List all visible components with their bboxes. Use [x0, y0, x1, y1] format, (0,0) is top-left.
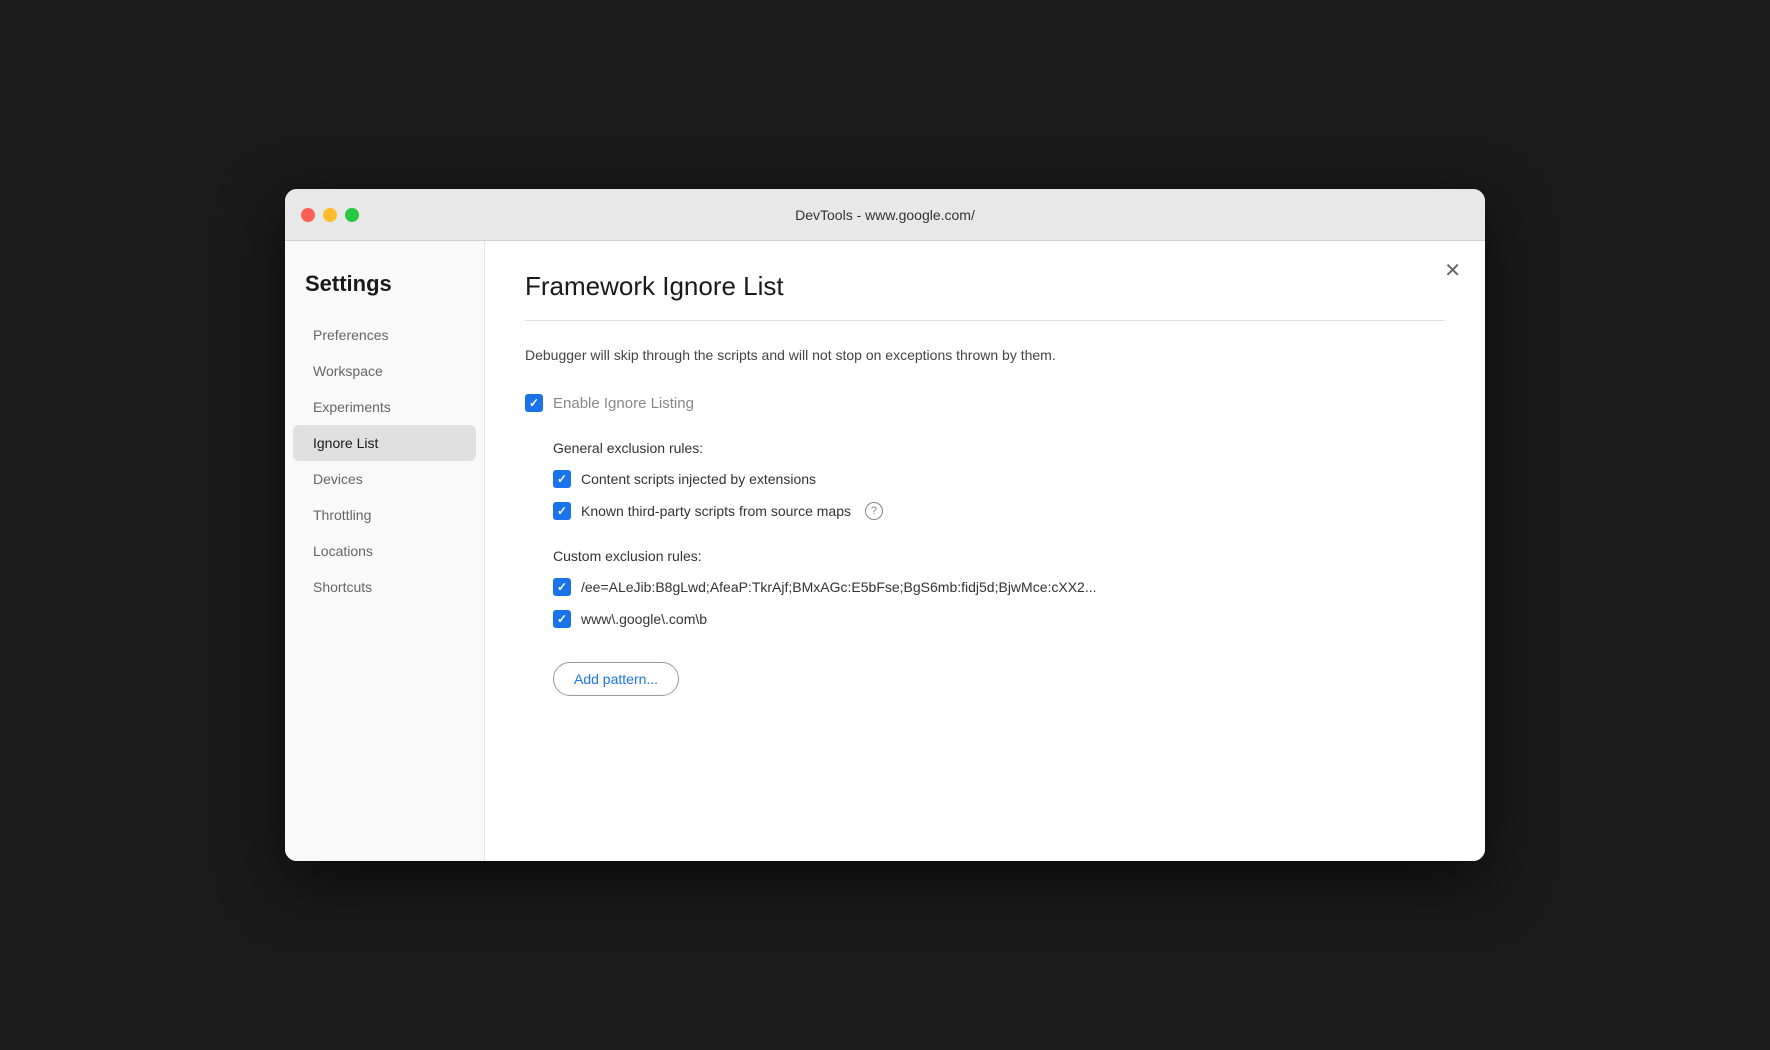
general-exclusion-section: General exclusion rules: Content scripts…: [525, 440, 1445, 520]
custom-rule-2-row: www\.google\.com\b: [525, 610, 1445, 628]
maximize-window-button[interactable]: [345, 208, 359, 222]
titlebar: DevTools - www.google.com/: [285, 189, 1485, 241]
content-scripts-rule-row: Content scripts injected by extensions: [525, 470, 1445, 488]
custom-rule-2-label: www\.google\.com\b: [581, 611, 707, 627]
main-panel: ✕ Framework Ignore List Debugger will sk…: [485, 241, 1485, 861]
settings-title: Settings: [285, 261, 484, 317]
general-section-label: General exclusion rules:: [525, 440, 1445, 456]
sidebar-item-workspace[interactable]: Workspace: [293, 353, 476, 389]
custom-rule-2-checkbox[interactable]: [553, 610, 571, 628]
custom-exclusion-section: Custom exclusion rules: /ee=ALeJib:B8gLw…: [525, 548, 1445, 696]
enable-ignore-listing-label: Enable Ignore Listing: [553, 395, 694, 412]
custom-rule-1-checkbox[interactable]: [553, 578, 571, 596]
add-pattern-button[interactable]: Add pattern...: [553, 662, 679, 696]
sidebar-item-shortcuts[interactable]: Shortcuts: [293, 569, 476, 605]
custom-section-label: Custom exclusion rules:: [525, 548, 1445, 564]
sidebar-item-experiments[interactable]: Experiments: [293, 389, 476, 425]
sidebar-item-locations[interactable]: Locations: [293, 533, 476, 569]
enable-ignore-listing-checkbox[interactable]: [525, 394, 543, 412]
close-settings-button[interactable]: ✕: [1444, 261, 1461, 281]
sidebar-item-devices[interactable]: Devices: [293, 461, 476, 497]
sidebar-item-ignore-list[interactable]: Ignore List: [293, 425, 476, 461]
window-title: DevTools - www.google.com/: [795, 207, 975, 223]
third-party-scripts-checkbox[interactable]: [553, 502, 571, 520]
minimize-window-button[interactable]: [323, 208, 337, 222]
sidebar-item-throttling[interactable]: Throttling: [293, 497, 476, 533]
close-window-button[interactable]: [301, 208, 315, 222]
custom-rule-1-row: /ee=ALeJib:B8gLwd;AfeaP:TkrAjf;BMxAGc:E5…: [525, 578, 1445, 596]
devtools-window: DevTools - www.google.com/ Settings Pref…: [285, 189, 1485, 861]
third-party-scripts-label: Known third-party scripts from source ma…: [581, 503, 851, 519]
main-content: Settings Preferences Workspace Experimen…: [285, 241, 1485, 861]
third-party-scripts-rule-row: Known third-party scripts from source ma…: [525, 502, 1445, 520]
window-controls: [301, 208, 359, 222]
sidebar-item-preferences[interactable]: Preferences: [293, 317, 476, 353]
enable-ignore-listing-row: Enable Ignore Listing: [525, 394, 1445, 412]
page-description: Debugger will skip through the scripts a…: [525, 345, 1445, 366]
custom-rule-1-label: /ee=ALeJib:B8gLwd;AfeaP:TkrAjf;BMxAGc:E5…: [581, 579, 1097, 595]
sidebar: Settings Preferences Workspace Experimen…: [285, 241, 485, 861]
content-scripts-label: Content scripts injected by extensions: [581, 471, 816, 487]
page-title: Framework Ignore List: [525, 271, 1445, 302]
info-icon[interactable]: ?: [865, 502, 883, 520]
content-scripts-checkbox[interactable]: [553, 470, 571, 488]
title-divider: [525, 320, 1445, 321]
